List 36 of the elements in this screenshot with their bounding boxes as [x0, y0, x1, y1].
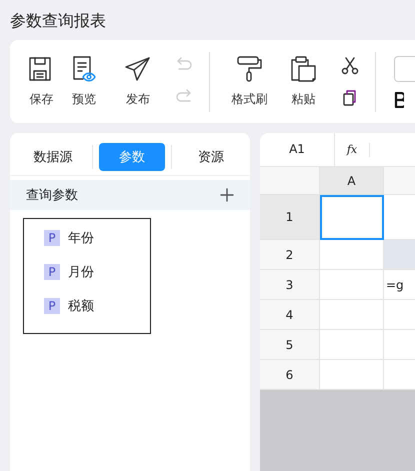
parameter-item[interactable]: P 税额 — [24, 289, 150, 323]
section-title: 查询参数 — [26, 187, 78, 204]
row-header[interactable]: 6 — [260, 360, 320, 390]
parameter-badge: P — [44, 298, 60, 314]
paint-roller-button[interactable]: 格式刷 — [222, 55, 276, 108]
row-header[interactable]: 1 — [260, 195, 320, 240]
table-cell[interactable] — [320, 195, 384, 240]
document-eye-button[interactable]: 预览 — [56, 55, 111, 108]
parameter-name: 年份 — [68, 230, 94, 247]
parameter-badge: P — [44, 264, 60, 280]
parameter-item[interactable]: P 年份 — [24, 221, 150, 255]
table-cell[interactable]: =g — [384, 270, 415, 300]
parameter-item[interactable]: P 月份 — [24, 255, 150, 289]
paper-plane-button[interactable]: 发布 — [110, 55, 165, 108]
font-select-field[interactable] — [394, 56, 415, 82]
panel-tab[interactable]: 资源 — [178, 143, 244, 171]
formula-label: fx — [335, 142, 370, 156]
parameter-name: 月份 — [68, 264, 94, 281]
panel-tab[interactable]: 数据源 — [20, 143, 86, 171]
column-header[interactable]: A — [320, 167, 384, 195]
row-header[interactable]: 5 — [260, 330, 320, 360]
clipboard-button[interactable]: 粘贴 — [276, 55, 330, 108]
parameter-name: 税额 — [68, 298, 94, 315]
row-header[interactable]: 2 — [260, 240, 320, 270]
scissors-icon[interactable] — [340, 56, 360, 76]
bold-icon[interactable] — [394, 92, 404, 108]
page-title: 参数查询报表 — [9, 10, 107, 32]
paint-roller-icon — [235, 55, 264, 83]
paper-plane-icon — [124, 55, 152, 83]
row-header[interactable]: 4 — [260, 300, 320, 330]
clipboard-icon — [289, 55, 318, 83]
save-button[interactable]: 保存 — [26, 55, 57, 108]
name-box[interactable]: A1 — [260, 133, 335, 166]
add-icon[interactable] — [220, 188, 234, 202]
parameter-badge: P — [44, 230, 60, 246]
row-header[interactable]: 3 — [260, 270, 320, 300]
